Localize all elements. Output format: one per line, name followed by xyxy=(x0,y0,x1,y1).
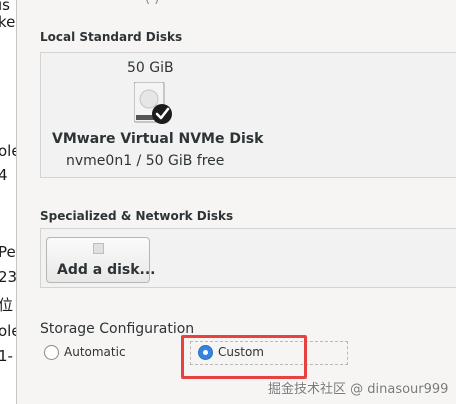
cut-off-header-text: ( ) xyxy=(145,0,159,6)
add-disk-label: Add a disk... xyxy=(57,262,156,278)
left-text-fragment: ole xyxy=(0,322,16,340)
left-text-fragment: 4 xyxy=(0,166,8,184)
add-disk-button[interactable]: Add a disk... xyxy=(46,237,156,283)
radio-automatic-circle[interactable] xyxy=(44,345,59,360)
left-text-fragment: Pe xyxy=(0,243,16,261)
left-text-fragment: 位 xyxy=(0,296,13,314)
left-text-fragment: ke xyxy=(0,13,16,31)
local-disks-heading: Local Standard Disks xyxy=(40,30,183,44)
watermark: 掘金技术社区 @ dinasour999 xyxy=(268,382,449,397)
left-text-fragment: 1- xyxy=(0,347,13,365)
disk-name: VMware Virtual NVMe Disk xyxy=(52,131,264,147)
storage-config-heading: Storage Configuration xyxy=(40,321,195,337)
disk-size: 50 GiB xyxy=(127,60,174,76)
left-text-fragment: 23 xyxy=(0,268,17,286)
left-window-edge: ıs ke ole 4 Pe 23 位 ole 1- xyxy=(0,0,17,404)
annotation-highlight-box xyxy=(181,335,307,379)
left-text-fragment: ıs xyxy=(0,0,10,14)
specialized-disks-heading: Specialized & Network Disks xyxy=(40,209,234,223)
radio-automatic-label: Automatic xyxy=(64,345,126,359)
left-text-fragment: ole xyxy=(0,142,16,160)
disk-detail: nvme0n1 / 50 GiB free xyxy=(66,153,225,169)
hard-disk-checked-icon xyxy=(134,82,172,124)
disk-icon xyxy=(93,243,104,254)
